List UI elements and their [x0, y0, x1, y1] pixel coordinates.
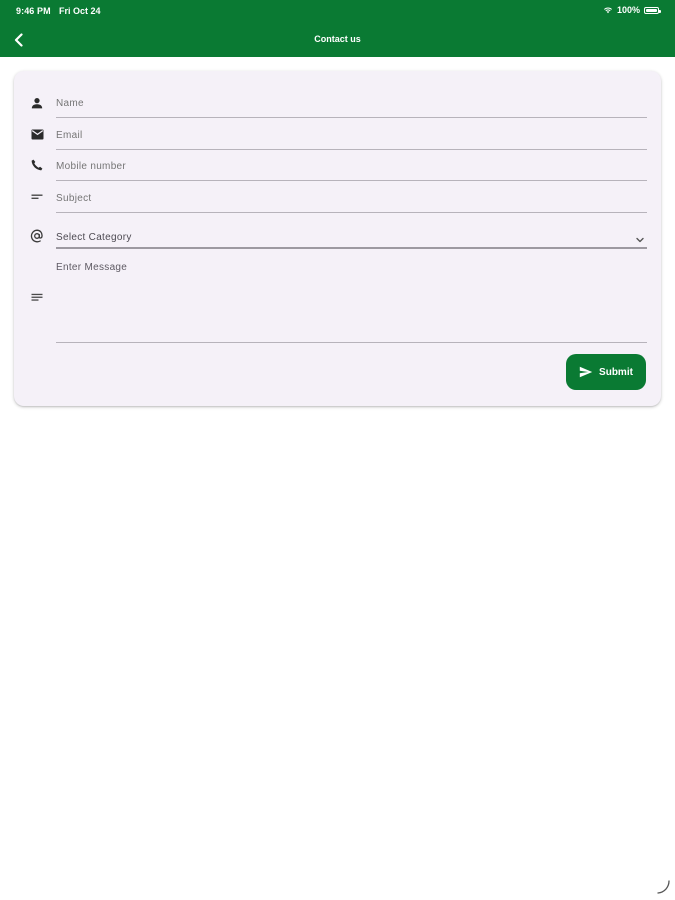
subject-input[interactable]: [56, 191, 646, 205]
name-underline: [56, 117, 647, 118]
status-time: 9:46 PM: [16, 6, 51, 16]
message-field-row: Enter Message: [14, 261, 661, 343]
status-indicators: 100%: [603, 5, 661, 15]
status-date: Fri Oct 24: [59, 6, 101, 16]
email-input[interactable]: [56, 128, 646, 142]
mobile-underline: [56, 180, 647, 181]
submit-button[interactable]: Submit: [566, 354, 646, 390]
battery-icon: [644, 6, 661, 14]
at-sign-icon: [30, 229, 44, 243]
subject-underline: [56, 212, 647, 213]
email-field-row: [14, 125, 661, 151]
contact-form-card: Select Category Enter Message Submit: [14, 71, 661, 406]
notes-icon: [30, 291, 44, 305]
message-textarea[interactable]: [56, 279, 646, 339]
message-label: Enter Message: [56, 262, 128, 273]
category-underline: [56, 247, 647, 249]
envelope-icon: [30, 127, 44, 141]
person-icon: [30, 96, 44, 110]
status-bar: 9:46 PM Fri Oct 24 100%: [0, 0, 675, 22]
loading-spinner-icon: [657, 880, 670, 894]
mobile-field-row: [14, 156, 661, 182]
subject-field-row: [14, 188, 661, 214]
submit-label: Submit: [599, 366, 633, 378]
message-underline: [56, 342, 647, 343]
name-field-row: [14, 93, 661, 119]
category-select[interactable]: Select Category: [14, 227, 661, 251]
wifi-icon: [603, 7, 612, 14]
mobile-number-input[interactable]: [56, 159, 646, 173]
battery-percent: 100%: [616, 5, 640, 15]
phone-icon: [30, 158, 44, 172]
app-header: 9:46 PM Fri Oct 24 100% Contact us: [0, 0, 675, 57]
name-input[interactable]: [56, 96, 646, 110]
page-title: Contact us: [314, 34, 361, 44]
email-underline: [56, 149, 647, 150]
chevron-down-icon: [635, 232, 645, 243]
send-icon: [579, 366, 593, 378]
category-selected-value: Select Category: [56, 232, 132, 243]
short-text-icon: [30, 190, 44, 204]
